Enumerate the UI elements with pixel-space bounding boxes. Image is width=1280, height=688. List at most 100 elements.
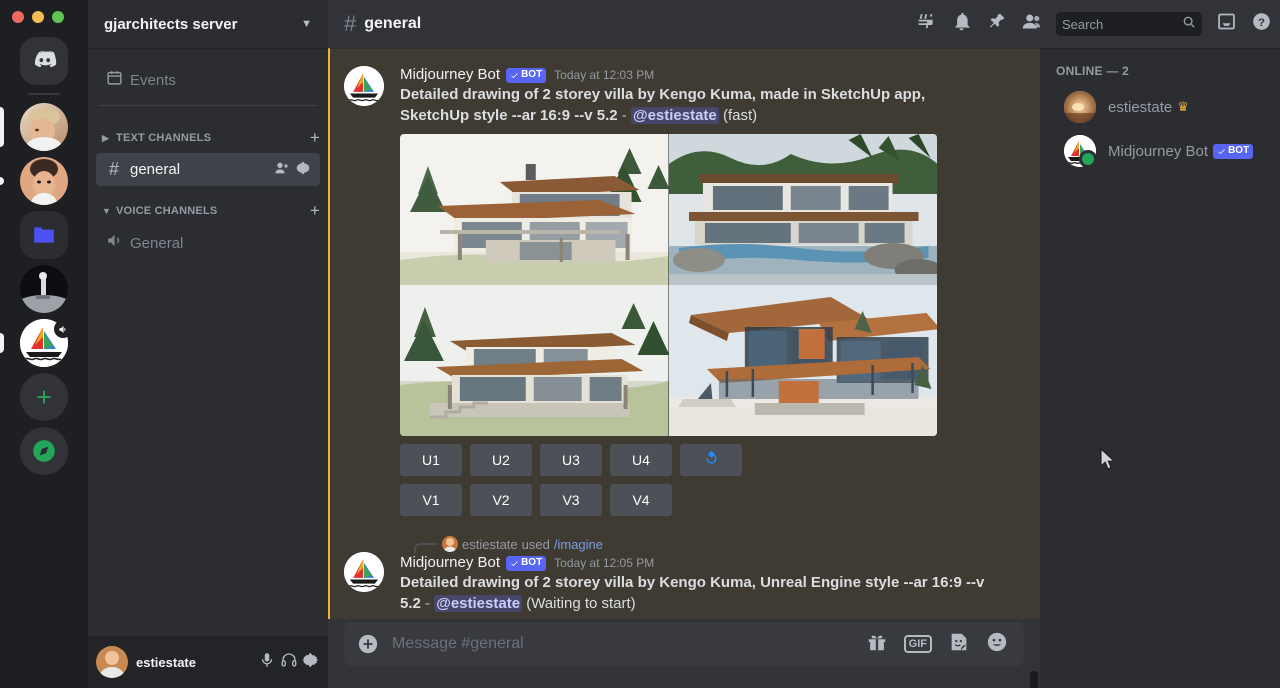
category-voice-channels[interactable]: ▼ VOICE CHANNELS + bbox=[88, 187, 328, 225]
gift-icon[interactable] bbox=[866, 631, 888, 658]
interaction-used-label: used bbox=[522, 537, 550, 552]
user-mention[interactable]: @estiestate bbox=[434, 595, 522, 612]
gif-icon[interactable]: GIF bbox=[904, 635, 932, 653]
text-channels-label: TEXT CHANNELS bbox=[116, 132, 306, 144]
channel-list: Events ▶ TEXT CHANNELS + # general bbox=[88, 48, 328, 688]
image-quadrant-1[interactable] bbox=[400, 134, 669, 285]
emoji-icon[interactable] bbox=[986, 631, 1008, 658]
user-settings-gear-icon[interactable] bbox=[302, 651, 320, 674]
image-quadrant-2[interactable] bbox=[669, 134, 938, 285]
members-icon[interactable] bbox=[1021, 11, 1042, 37]
message-author[interactable]: Midjourney Bot bbox=[400, 554, 500, 572]
server-rail-item-discord-home[interactable] bbox=[0, 34, 88, 88]
separator-dash: - bbox=[618, 107, 631, 124]
channel-label-general: general bbox=[130, 161, 268, 178]
inbox-icon[interactable] bbox=[1216, 11, 1237, 37]
message-scroller[interactable]: Midjourney Bot BOT Today at 12:03 PM Det… bbox=[328, 48, 1040, 688]
sidebar-item-events[interactable]: Events bbox=[96, 63, 320, 97]
sticker-icon[interactable] bbox=[948, 631, 970, 658]
upscale-2-button[interactable]: U2 bbox=[470, 444, 532, 476]
scrollbar-thumb[interactable] bbox=[1030, 671, 1038, 688]
server-rail-item-midjourney[interactable] bbox=[0, 316, 88, 370]
voice-channel-label-general: General bbox=[130, 235, 312, 252]
upscale-3-button[interactable]: U3 bbox=[540, 444, 602, 476]
image-quadrant-3[interactable] bbox=[400, 285, 669, 436]
server-rail-item-moon[interactable] bbox=[0, 262, 88, 316]
search-input[interactable]: Search bbox=[1056, 12, 1202, 36]
avatar bbox=[1064, 91, 1096, 123]
upscale-1-button[interactable]: U1 bbox=[400, 444, 462, 476]
midjourney-image-grid[interactable] bbox=[400, 134, 937, 436]
help-icon[interactable]: ? bbox=[1251, 11, 1272, 37]
speaker-icon bbox=[104, 232, 124, 254]
refresh-icon bbox=[703, 450, 720, 470]
server-rail-item-folder[interactable] bbox=[0, 208, 88, 262]
maximize-window-button[interactable] bbox=[52, 11, 64, 23]
job-status: (fast) bbox=[719, 107, 757, 124]
minimize-window-button[interactable] bbox=[32, 11, 44, 23]
server-avatar-1 bbox=[20, 103, 68, 151]
folder-icon bbox=[20, 211, 68, 259]
user-mention[interactable]: @estiestate bbox=[631, 107, 719, 124]
variation-3-button[interactable]: V3 bbox=[540, 484, 602, 516]
message-content: Detailed drawing of 2 storey villa by Ke… bbox=[400, 573, 992, 614]
upscale-4-button[interactable]: U4 bbox=[610, 444, 672, 476]
composer-area: Message #general GIF bbox=[328, 622, 1040, 688]
slash-command-link[interactable]: /imagine bbox=[554, 537, 603, 552]
sidebar-item-voice-general[interactable]: General bbox=[96, 226, 320, 260]
sidebar-item-general[interactable]: # general bbox=[96, 153, 320, 186]
server-rail-item-add[interactable]: + bbox=[0, 370, 88, 424]
voice-channels-label: VOICE CHANNELS bbox=[116, 205, 306, 217]
message-composer[interactable]: Message #general GIF bbox=[344, 622, 1024, 666]
channel-settings-gear-icon[interactable] bbox=[296, 160, 312, 180]
message-1: Midjourney Bot BOT Today at 12:03 PM Det… bbox=[328, 58, 1040, 528]
separator-dash: - bbox=[421, 595, 434, 612]
avatar[interactable] bbox=[344, 552, 384, 592]
server-avatar-moon bbox=[20, 265, 68, 313]
current-user-avatar[interactable] bbox=[96, 646, 128, 678]
message-input-placeholder[interactable]: Message #general bbox=[392, 635, 866, 653]
member-name-label: estiestate bbox=[1108, 99, 1172, 116]
search-placeholder: Search bbox=[1062, 17, 1178, 32]
bot-badge: BOT bbox=[506, 68, 546, 83]
image-quadrant-4[interactable] bbox=[669, 285, 938, 436]
member-row-midjourney-bot[interactable]: Midjourney Bot BOT bbox=[1056, 130, 1272, 172]
add-server-icon: + bbox=[20, 373, 68, 421]
member-row-estiestate[interactable]: estiestate ♛ bbox=[1056, 86, 1272, 128]
interaction-username[interactable]: estiestate bbox=[462, 537, 518, 552]
threads-icon[interactable] bbox=[916, 11, 937, 37]
server-avatar-2 bbox=[20, 157, 68, 205]
variation-4-button[interactable]: V4 bbox=[610, 484, 672, 516]
variation-1-button[interactable]: V1 bbox=[400, 484, 462, 516]
server-header[interactable]: gjarchitects server ▼ bbox=[88, 0, 328, 48]
server-rail-item-explore[interactable] bbox=[0, 424, 88, 478]
create-voice-channel-button[interactable]: + bbox=[310, 201, 320, 221]
compass-icon bbox=[20, 427, 68, 475]
server-rail-item-1[interactable] bbox=[0, 100, 88, 154]
chevron-right-icon: ▶ bbox=[102, 133, 112, 144]
server-rail-item-2[interactable] bbox=[0, 154, 88, 208]
mute-microphone-icon[interactable] bbox=[258, 651, 276, 674]
bot-badge-label: BOT bbox=[521, 558, 542, 568]
reroll-button[interactable] bbox=[680, 444, 742, 476]
invite-member-icon[interactable] bbox=[274, 160, 290, 180]
pin-icon[interactable] bbox=[986, 11, 1007, 37]
bell-icon[interactable] bbox=[951, 11, 972, 37]
online-status-dot bbox=[1079, 150, 1097, 168]
avatar[interactable] bbox=[344, 66, 384, 106]
message-timestamp: Today at 12:03 PM bbox=[554, 68, 654, 82]
create-text-channel-button[interactable]: + bbox=[310, 128, 320, 148]
events-label: Events bbox=[130, 72, 312, 89]
crown-icon: ♛ bbox=[1177, 99, 1189, 115]
message-scrollbar[interactable] bbox=[1030, 96, 1038, 688]
variation-2-button[interactable]: V2 bbox=[470, 484, 532, 516]
close-window-button[interactable] bbox=[12, 11, 24, 23]
discord-window: + gjarchitects server ▼ Events bbox=[0, 0, 1280, 688]
deafen-icon[interactable] bbox=[280, 651, 298, 674]
bot-badge: BOT bbox=[1213, 144, 1253, 159]
category-text-channels[interactable]: ▶ TEXT CHANNELS + bbox=[88, 114, 328, 152]
message-author[interactable]: Midjourney Bot bbox=[400, 66, 500, 84]
attach-file-button[interactable] bbox=[344, 633, 392, 655]
channel-header: # general Search bbox=[328, 0, 1280, 48]
message-partial-top bbox=[328, 48, 1040, 58]
